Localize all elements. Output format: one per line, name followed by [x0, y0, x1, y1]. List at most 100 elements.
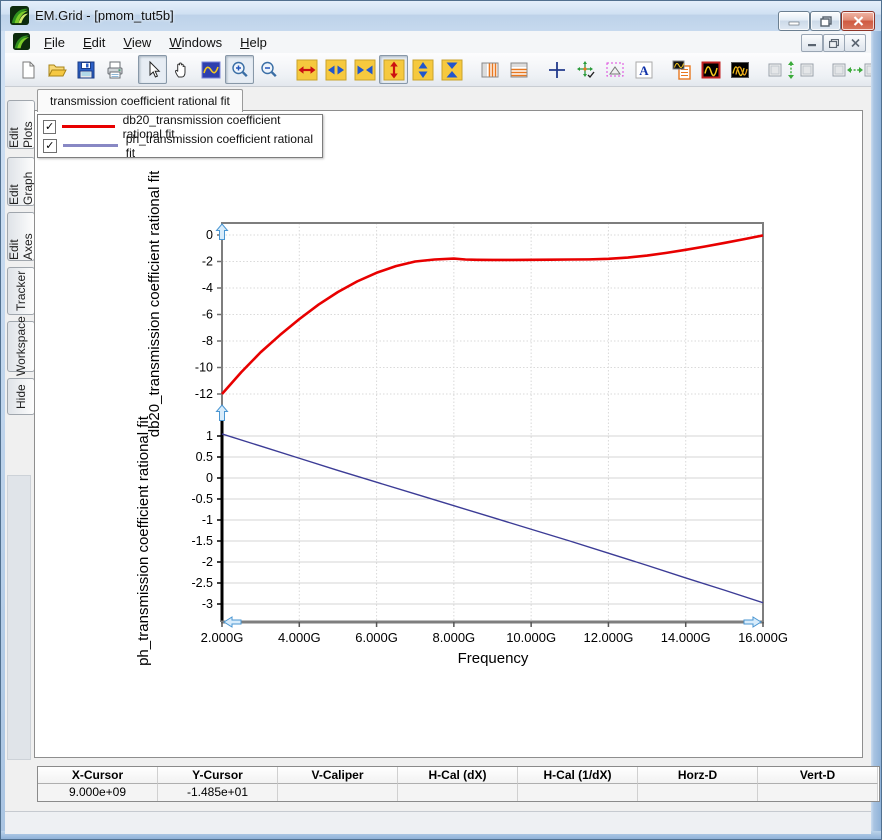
plot-chart[interactable]: 0-2-4-6-8-10-1210.50-0.5-1-1.5-2-2.5-32.… — [119, 129, 799, 691]
svg-text:0.5: 0.5 — [196, 450, 213, 464]
menu-items: FileEditViewWindowsHelp — [35, 31, 276, 53]
save-button[interactable] — [71, 55, 100, 84]
legend-line-sample — [62, 125, 114, 128]
pointer-tool-button[interactable] — [138, 55, 167, 84]
svg-text:-4: -4 — [202, 281, 213, 295]
zoom-box-tool-button[interactable] — [196, 55, 225, 84]
app-logo-icon — [10, 6, 29, 25]
app-window: EM.Grid - [pmom_tut5b] FileEditViewWindo… — [0, 0, 882, 840]
svg-text:-3: -3 — [202, 597, 213, 611]
sidebar-item-hide[interactable]: Hide — [7, 378, 35, 415]
plot-properties-icon — [671, 59, 693, 81]
menu-file[interactable]: File — [35, 33, 74, 52]
legend-checkbox[interactable]: ✓ — [43, 139, 57, 153]
new-file-button[interactable] — [13, 55, 42, 84]
svg-text:14.000G: 14.000G — [661, 630, 711, 645]
fit-height-group-button[interactable] — [763, 55, 818, 84]
toolbar-separator — [466, 56, 475, 83]
svg-text:-6: -6 — [202, 308, 213, 322]
sidebar-item-edit-graph[interactable]: Edit Graph — [7, 157, 35, 206]
restore-button[interactable] — [810, 11, 841, 31]
sidebar-item-edit-axes[interactable]: Edit Axes — [7, 212, 35, 261]
grid-horizontal-button[interactable] — [504, 55, 533, 84]
plot-single-button[interactable] — [696, 55, 725, 84]
arrows-out-x-button[interactable] — [321, 55, 350, 84]
arrows-out-y-button[interactable] — [408, 55, 437, 84]
readout-value-cell — [518, 784, 638, 801]
svg-text:-8: -8 — [202, 334, 213, 348]
axis-handle-top — [217, 224, 228, 240]
toolbar-separator — [818, 56, 827, 83]
plot-multi-icon — [729, 59, 751, 81]
text-tool-button[interactable]: A — [629, 55, 658, 84]
zoom-in-button[interactable] — [225, 55, 254, 84]
zoom-out-button[interactable] — [254, 55, 283, 84]
tab-transmission-coefficient[interactable]: transmission coefficient rational fit — [37, 89, 243, 112]
tracker-tool-button[interactable] — [571, 55, 600, 84]
axis-handle-right — [744, 617, 761, 627]
readout-header-row: X-CursorY-CursorV-CaliperH-Cal (dX)H-Cal… — [38, 767, 879, 784]
arrows-in-x-icon — [354, 59, 376, 81]
menu-view[interactable]: View — [114, 33, 160, 52]
svg-text:16.000G: 16.000G — [738, 630, 788, 645]
close-button[interactable] — [841, 11, 875, 31]
title-bar[interactable]: EM.Grid - [pmom_tut5b] — [1, 1, 881, 31]
client-area: Edit Plots Edit Graph Edit Axes Tracker Work… — [5, 87, 871, 833]
svg-text:ph_transmission coefficient ra: ph_transmission coefficient rational fit — [135, 415, 152, 666]
menu-bar: FileEditViewWindowsHelp — [5, 31, 871, 54]
legend-line-sample — [63, 144, 118, 147]
toolbar-separator — [658, 56, 667, 83]
sidebar-item-edit-plots[interactable]: Edit Plots — [7, 100, 35, 149]
fit-width-group-icon — [831, 59, 872, 81]
zoom-out-icon — [258, 59, 280, 81]
fit-width-group-button[interactable] — [827, 55, 871, 84]
grid-horizontal-icon — [508, 59, 530, 81]
grid-vertical-button[interactable] — [475, 55, 504, 84]
caliper-tool-button[interactable] — [600, 55, 629, 84]
arrows-out-y-icon — [412, 59, 434, 81]
crosshair-button[interactable] — [542, 55, 571, 84]
tracker-tool-icon — [575, 59, 597, 81]
readout-header-horz-d: Horz-D — [638, 767, 758, 784]
plot-multi-button[interactable] — [725, 55, 754, 84]
readout-header-x-cursor: X-Cursor — [38, 767, 158, 784]
mdi-restore-button[interactable] — [823, 34, 845, 52]
readout-value-cell — [278, 784, 398, 801]
expand-y-button[interactable] — [379, 55, 408, 84]
pointer-tool-icon — [142, 59, 164, 81]
mdi-close-button[interactable] — [844, 34, 866, 52]
readout-header-h-cal-dx-: H-Cal (dX) — [398, 767, 518, 784]
readout-value-cell — [398, 784, 518, 801]
plot-properties-button[interactable] — [667, 55, 696, 84]
pan-tool-button[interactable] — [167, 55, 196, 84]
toolbar-separator — [754, 56, 763, 83]
svg-text:12.000G: 12.000G — [583, 630, 633, 645]
expand-x-button[interactable] — [292, 55, 321, 84]
arrows-in-x-button[interactable] — [350, 55, 379, 84]
readout-value-cell — [638, 784, 758, 801]
menu-windows[interactable]: Windows — [160, 33, 231, 52]
expand-y-icon — [383, 59, 405, 81]
sidebar-item-tracker[interactable]: Tracker — [7, 267, 35, 315]
legend-checkbox[interactable]: ✓ — [43, 120, 56, 134]
minimize-button[interactable] — [778, 11, 810, 31]
zoom-in-icon — [229, 59, 251, 81]
svg-text:-1.5: -1.5 — [191, 534, 213, 548]
svg-text:A: A — [639, 63, 649, 78]
readout-header-v-caliper: V-Caliper — [278, 767, 398, 784]
svg-text:4.000G: 4.000G — [278, 630, 321, 645]
open-file-button[interactable] — [42, 55, 71, 84]
readout-header-h-cal-1-dx-: H-Cal (1/dX) — [518, 767, 638, 784]
print-button[interactable] — [100, 55, 129, 84]
menu-help[interactable]: Help — [231, 33, 276, 52]
toolbar-separator — [129, 56, 138, 83]
window-title: EM.Grid - [pmom_tut5b] — [35, 8, 174, 23]
svg-text:-1: -1 — [202, 513, 213, 527]
text-tool-icon: A — [633, 59, 655, 81]
sidebar-item-workspace[interactable]: Workspace — [7, 321, 35, 372]
tab-strip: transmission coefficient rational fit — [34, 89, 869, 111]
arrows-in-y-button[interactable] — [437, 55, 466, 84]
mdi-minimize-button[interactable] — [801, 34, 823, 52]
menu-edit[interactable]: Edit — [74, 33, 114, 52]
svg-text:Frequency: Frequency — [458, 650, 529, 667]
